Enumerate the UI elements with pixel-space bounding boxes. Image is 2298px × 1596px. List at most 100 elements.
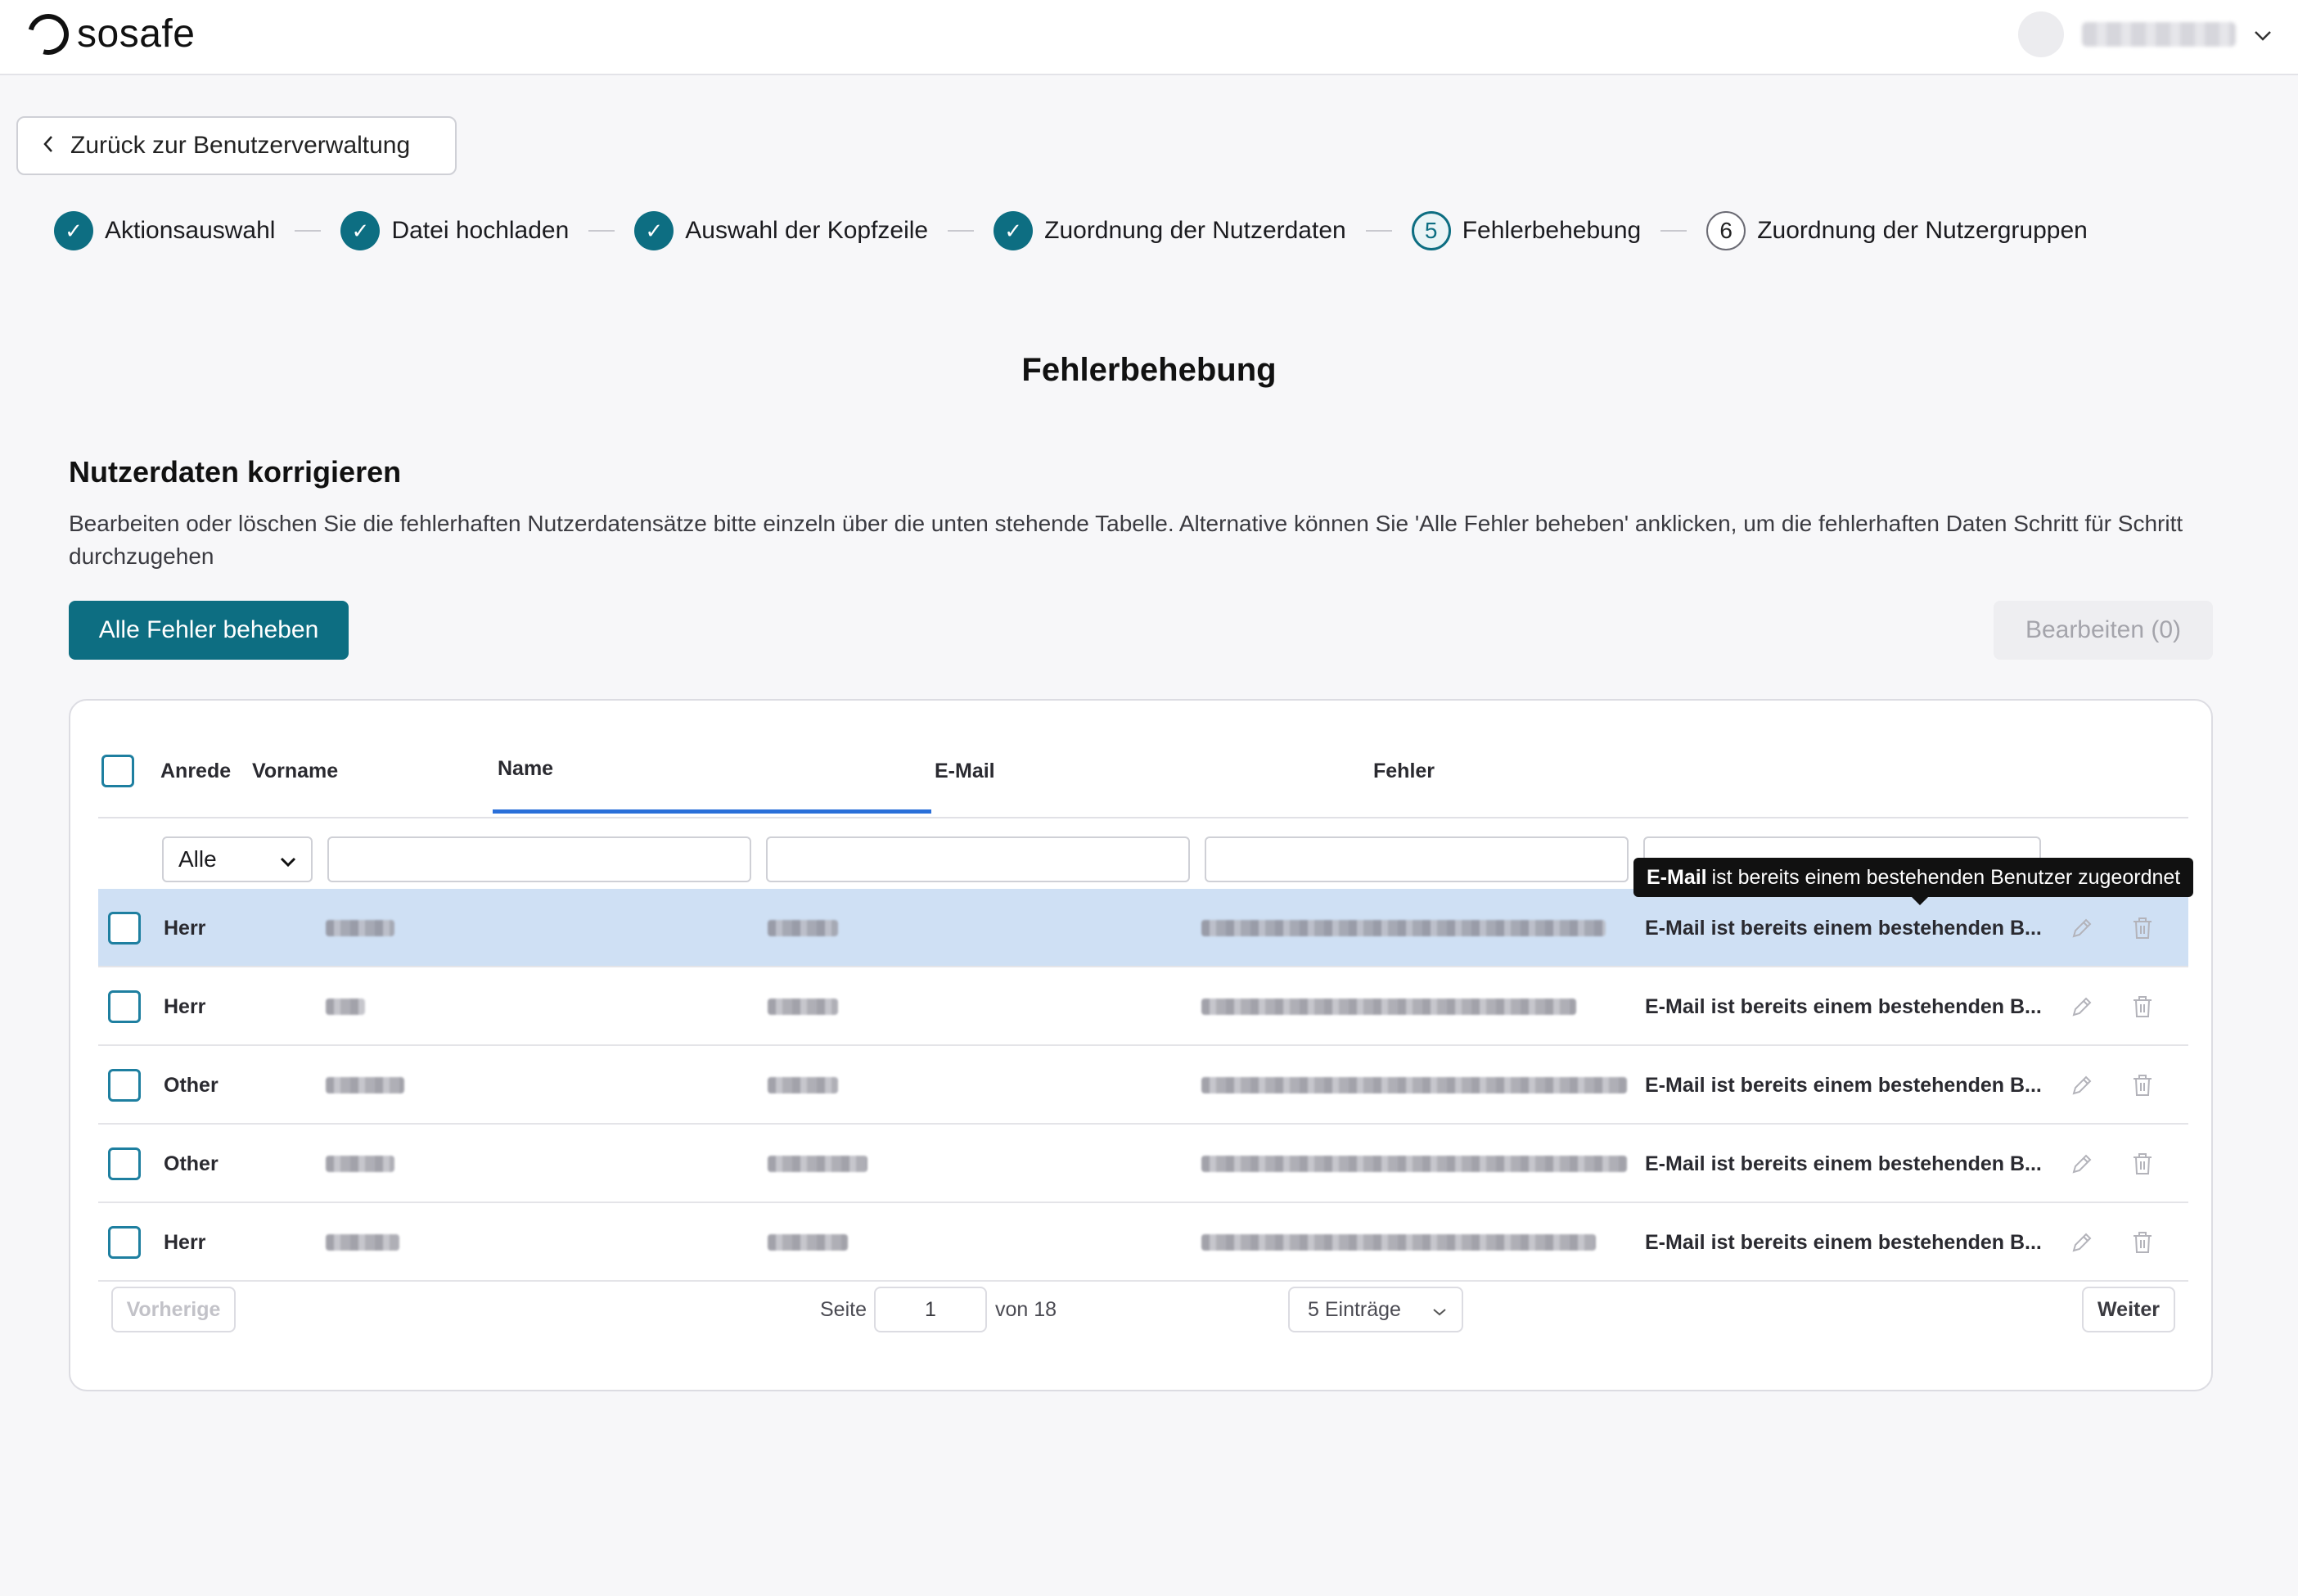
salutation-cell: Other — [164, 1073, 219, 1097]
pencil-icon[interactable] — [2067, 1228, 2097, 1257]
salutation-filter-select[interactable]: Alle — [162, 836, 313, 882]
trash-icon[interactable] — [2128, 992, 2157, 1021]
salutation-filter-value: Alle — [178, 846, 217, 872]
error-cell: E-Mail ist bereits einem bestehenden B..… — [1645, 1230, 2042, 1254]
error-cell: E-Mail ist bereits einem bestehenden B..… — [1645, 916, 2042, 940]
table-row[interactable]: Other E-Mail ist bereits einem bestehend… — [98, 1125, 2188, 1203]
row-checkbox[interactable] — [108, 990, 141, 1023]
table-row[interactable]: Herr E-Mail ist bereits einem bestehende… — [98, 1203, 2188, 1282]
edit-selected-button[interactable]: Bearbeiten (0) — [1994, 601, 2213, 660]
fix-all-errors-button[interactable]: Alle Fehler beheben — [69, 601, 349, 660]
salutation-cell: Herr — [164, 1230, 206, 1254]
first-name-redacted — [326, 1125, 394, 1203]
first-name-redacted — [326, 889, 394, 967]
page-count-label: von 18 — [995, 1297, 1057, 1321]
check-icon: ✓ — [54, 211, 93, 250]
progress-stepper: ✓ Aktionsauswahl ✓ Datei hochladen ✓ Aus… — [54, 210, 2088, 252]
chevron-left-icon — [43, 132, 54, 160]
error-cell: E-Mail ist bereits einem bestehenden B..… — [1645, 1152, 2042, 1175]
first-name-filter-input[interactable] — [327, 836, 751, 882]
tooltip-bold-text: E-Mail — [1647, 865, 1707, 889]
row-checkbox[interactable] — [108, 1069, 141, 1102]
row-checkbox-cell — [108, 967, 141, 1046]
email-redacted — [1201, 889, 1606, 967]
row-checkbox[interactable] — [108, 1147, 141, 1180]
chevron-down-icon — [1432, 1298, 1447, 1322]
column-header-error[interactable]: Fehler — [1373, 728, 1435, 814]
page-size-select[interactable]: 5 Einträge — [1288, 1287, 1463, 1332]
check-icon: ✓ — [994, 211, 1034, 250]
section-title: Nutzerdaten korrigieren — [69, 455, 402, 489]
step-number: 5 — [1411, 211, 1451, 250]
last-name-redacted — [768, 1203, 848, 1282]
step-header-selection: ✓ Auswahl der Kopfzeile — [634, 211, 928, 250]
column-header-salutation[interactable]: Anrede — [160, 728, 231, 814]
page-number-input[interactable]: 1 — [874, 1287, 987, 1332]
step-label: Aktionsauswahl — [105, 217, 276, 244]
step-label: Zuordnung der Nutzergruppen — [1757, 217, 2088, 244]
row-checkbox[interactable] — [108, 1226, 141, 1259]
last-name-redacted — [768, 1046, 838, 1125]
next-page-button[interactable]: Weiter — [2082, 1287, 2175, 1332]
column-header-last-name[interactable]: Name — [493, 728, 931, 814]
step-separator — [588, 230, 615, 232]
last-name-redacted — [768, 967, 838, 1046]
column-header-email[interactable]: E-Mail — [935, 728, 995, 814]
step-user-group-mapping: 6 Zuordnung der Nutzergruppen — [1706, 211, 2088, 250]
check-icon: ✓ — [634, 211, 674, 250]
pencil-icon[interactable] — [2067, 992, 2097, 1021]
salutation-cell: Herr — [164, 994, 206, 1018]
email-redacted — [1201, 1203, 1596, 1282]
pencil-icon[interactable] — [2067, 1071, 2097, 1100]
first-name-redacted — [326, 967, 365, 1046]
logo-icon — [20, 6, 77, 62]
row-checkbox-cell — [108, 1046, 141, 1125]
page-label: Seite — [820, 1297, 867, 1321]
last-name-filter-input[interactable] — [766, 836, 1190, 882]
step-number: 6 — [1706, 211, 1746, 250]
last-name-redacted — [768, 889, 838, 967]
step-separator — [948, 230, 975, 232]
previous-page-button[interactable]: Vorherige — [111, 1287, 236, 1332]
pencil-icon[interactable] — [2067, 1149, 2097, 1179]
email-filter-input[interactable] — [1205, 836, 1629, 882]
last-name-redacted — [768, 1125, 867, 1203]
pencil-icon[interactable] — [2067, 913, 2097, 943]
trash-icon[interactable] — [2128, 1149, 2157, 1179]
logo-text: sosafe — [77, 12, 196, 56]
chevron-down-icon[interactable] — [2254, 22, 2272, 47]
table-row[interactable]: Other E-Mail ist bereits einem bestehend… — [98, 1046, 2188, 1125]
error-cell: E-Mail ist bereits einem bestehenden B..… — [1645, 1073, 2042, 1097]
select-all-checkbox-cell — [101, 728, 134, 814]
page-size-value: 5 Einträge — [1308, 1297, 1401, 1321]
first-name-redacted — [326, 1203, 399, 1282]
email-redacted — [1201, 1125, 1627, 1203]
row-checkbox-cell — [108, 889, 141, 967]
error-cell: E-Mail ist bereits einem bestehenden B..… — [1645, 994, 2042, 1018]
top-bar: sosafe — [0, 0, 2298, 75]
row-checkbox-cell — [108, 1125, 141, 1203]
avatar[interactable] — [2018, 11, 2064, 57]
row-checkbox-cell — [108, 1203, 141, 1282]
select-all-checkbox[interactable] — [101, 755, 134, 787]
table-row[interactable]: Herr E-Mail ist bereits einem bestehende… — [98, 967, 2188, 1046]
trash-icon[interactable] — [2128, 1071, 2157, 1100]
tooltip-text: ist bereits einem bestehenden Benutzer z… — [1711, 865, 2181, 889]
step-label: Zuordnung der Nutzerdaten — [1044, 217, 1346, 244]
back-to-user-management-button[interactable]: Zurück zur Benutzerverwaltung — [16, 116, 457, 175]
step-separator — [1365, 230, 1392, 232]
user-menu[interactable] — [2018, 11, 2272, 57]
back-button-label: Zurück zur Benutzerverwaltung — [70, 132, 411, 159]
step-separator — [1660, 230, 1687, 232]
check-icon: ✓ — [340, 211, 381, 250]
user-name-redacted — [2082, 22, 2236, 47]
chevron-down-icon — [280, 846, 296, 872]
row-checkbox[interactable] — [108, 912, 141, 945]
table-row[interactable]: Herr E-Mail ist bereits einem bestehende… — [98, 889, 2188, 967]
logo[interactable]: sosafe — [20, 6, 196, 62]
column-header-first-name[interactable]: Vorname — [252, 728, 338, 814]
first-name-redacted — [326, 1046, 404, 1125]
trash-icon[interactable] — [2128, 1228, 2157, 1257]
trash-icon[interactable] — [2128, 913, 2157, 943]
step-separator — [295, 230, 322, 232]
